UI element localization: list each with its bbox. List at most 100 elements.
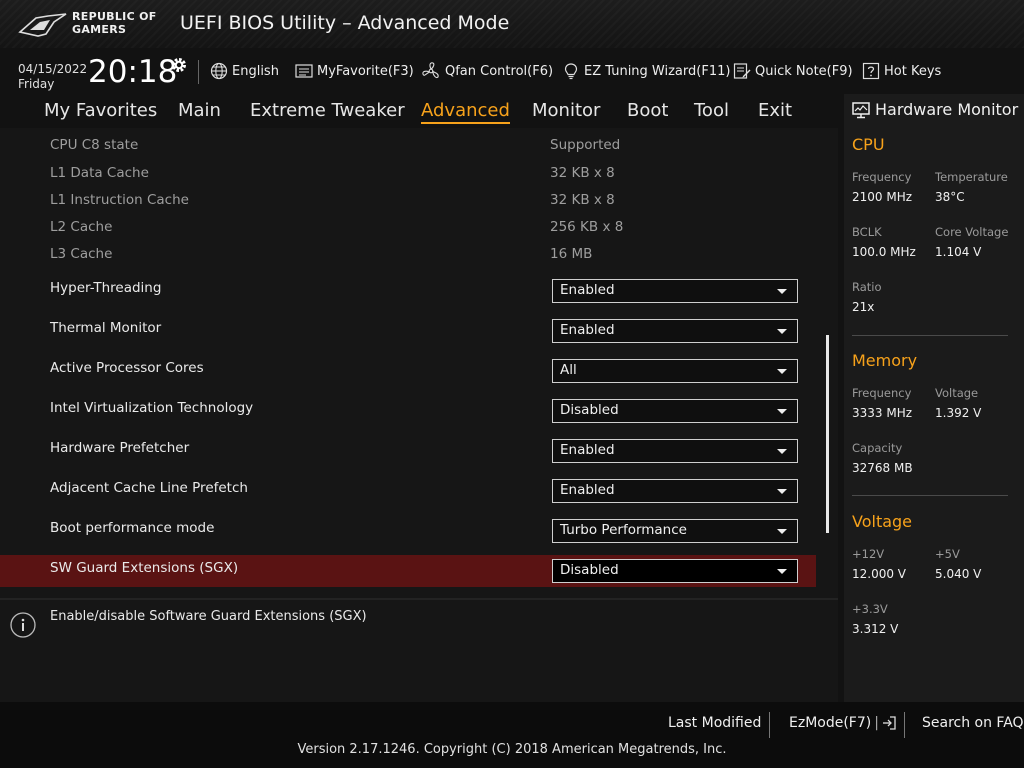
ez-tuning-label: EZ Tuning Wizard(F11) <box>584 63 731 79</box>
dropdown-arrow-icon <box>777 489 787 494</box>
logo-line1: REPUBLIC OF <box>72 10 157 23</box>
v5-value: 5.040 V <box>935 567 982 581</box>
footer-bar: Last Modified EzMode(F7) | Search on FAQ… <box>0 702 1024 768</box>
quick-note-label: Quick Note(F9) <box>755 63 853 79</box>
bclk-label: BCLK <box>852 225 882 239</box>
tab-monitor[interactable]: Monitor <box>532 100 600 121</box>
boot-performance-mode-select[interactable]: Turbo Performance <box>552 519 798 543</box>
rog-eye-icon <box>18 13 67 37</box>
v33-label: +3.3V <box>852 602 888 616</box>
tab-boot[interactable]: Boot <box>627 100 668 121</box>
language-label: English <box>232 63 279 79</box>
fan-icon <box>422 62 439 79</box>
info-label: L3 Cache <box>50 246 113 262</box>
tab-main[interactable]: Main <box>178 100 221 121</box>
qfan-label: Qfan Control(F6) <box>445 63 554 79</box>
date-display: 04/15/2022 Friday <box>18 62 87 91</box>
toolbar-divider <box>198 60 199 84</box>
core-voltage-label: Core Voltage <box>935 225 1009 239</box>
day-text: Friday <box>18 77 55 91</box>
select-value: Enabled <box>560 442 615 458</box>
settings-scrollbar[interactable] <box>826 335 829 533</box>
select-value: Turbo Performance <box>560 522 687 538</box>
language-button[interactable]: English <box>210 60 279 82</box>
setting-label-active-processor-cores: Active Processor Cores <box>50 360 204 376</box>
search-faq-button[interactable]: Search on FAQ <box>922 715 1024 731</box>
myfavorite-button[interactable]: MyFavorite(F3) <box>295 60 414 82</box>
active-processor-cores-select[interactable]: All <box>552 359 798 383</box>
memory-frequency-value: 3333 MHz <box>852 406 913 420</box>
hardware-monitor-title: Hardware Monitor <box>852 100 1018 119</box>
ezmode-label: EzMode(F7) <box>789 715 872 731</box>
dropdown-arrow-icon <box>777 329 787 334</box>
qfan-control-button[interactable]: Qfan Control(F6) <box>421 60 553 82</box>
footer-divider <box>769 712 770 738</box>
tab-advanced[interactable]: Advanced <box>421 100 510 124</box>
select-value: All <box>560 362 577 378</box>
info-value: 16 MB <box>550 246 593 262</box>
dropdown-arrow-icon <box>777 409 787 414</box>
setting-label-boot-performance-mode: Boot performance mode <box>50 520 215 536</box>
help-box-icon <box>862 62 880 80</box>
tab-tool[interactable]: Tool <box>694 100 729 121</box>
setting-label-hyper-threading: Hyper-Threading <box>50 280 162 296</box>
info-label: L1 Data Cache <box>50 165 149 181</box>
ezmode-button[interactable]: EzMode(F7) | <box>789 715 897 731</box>
select-value: Enabled <box>560 482 615 498</box>
monitor-icon <box>852 101 870 118</box>
setting-label-thermal-monitor: Thermal Monitor <box>50 320 162 336</box>
setting-label-adjacent-cache-line: Adjacent Cache Line Prefetch <box>50 480 248 496</box>
section-divider <box>852 495 1008 496</box>
cpu-heading: CPU <box>852 135 885 154</box>
ez-tuning-wizard-button[interactable]: EZ Tuning Wizard(F11) <box>562 60 730 82</box>
dropdown-arrow-icon <box>777 289 787 294</box>
clock-settings-gear-icon[interactable] <box>170 56 188 78</box>
hardware-monitor-label: Hardware Monitor <box>875 100 1019 119</box>
last-modified-button[interactable]: Last Modified <box>668 715 761 731</box>
hyper-threading-select[interactable]: Enabled <box>552 279 798 303</box>
sgx-select[interactable]: Disabled <box>552 559 798 583</box>
select-value: Disabled <box>560 402 619 418</box>
dropdown-arrow-icon <box>777 569 787 574</box>
adjacent-cache-line-select[interactable]: Enabled <box>552 479 798 503</box>
favorite-list-icon <box>295 64 313 78</box>
hot-keys-button[interactable]: Hot Keys <box>862 60 941 82</box>
thermal-monitor-select[interactable]: Enabled <box>552 319 798 343</box>
memory-voltage-label: Voltage <box>935 386 979 400</box>
section-divider <box>852 335 1008 336</box>
intel-virtualization-select[interactable]: Disabled <box>552 399 798 423</box>
globe-icon <box>210 62 228 80</box>
quick-note-button[interactable]: Quick Note(F9) <box>733 60 853 82</box>
logo-line2: GAMERS <box>72 23 127 36</box>
memory-frequency-label: Frequency <box>852 386 912 400</box>
myfavorite-label: MyFavorite(F3) <box>317 63 414 79</box>
select-value: Enabled <box>560 282 615 298</box>
info-value: 256 KB x 8 <box>550 219 624 235</box>
dropdown-arrow-icon <box>777 449 787 454</box>
setting-label-intel-virtualization: Intel Virtualization Technology <box>50 400 254 416</box>
date-text: 04/15/2022 <box>18 62 88 76</box>
capacity-value: 32768 MB <box>852 461 913 475</box>
cpu-frequency-value: 2100 MHz <box>852 190 913 204</box>
tab-extreme-tweaker[interactable]: Extreme Tweaker <box>250 100 405 121</box>
core-voltage-value: 1.104 V <box>935 245 982 259</box>
memory-heading: Memory <box>852 351 918 370</box>
select-value: Enabled <box>560 322 615 338</box>
v12-value: 12.000 V <box>852 567 907 581</box>
main-tab-bar: My Favorites Main Extreme Tweaker Advanc… <box>0 94 840 126</box>
voltage-heading: Voltage <box>852 512 913 531</box>
lightbulb-icon <box>564 63 578 80</box>
settings-panel: CPU C8 state Supported L1 Data Cache 32 … <box>0 128 838 702</box>
info-label: CPU C8 state <box>50 137 139 153</box>
tab-exit[interactable]: Exit <box>758 100 792 121</box>
window-title: UEFI BIOS Utility – Advanced Mode <box>180 12 510 34</box>
exit-arrow-icon <box>882 716 896 730</box>
hardware-prefetcher-select[interactable]: Enabled <box>552 439 798 463</box>
dropdown-arrow-icon <box>777 529 787 534</box>
capacity-label: Capacity <box>852 441 903 455</box>
footer-divider <box>904 712 905 738</box>
info-label: L1 Instruction Cache <box>50 192 189 208</box>
copyright-text: Version 2.17.1246. Copyright (C) 2018 Am… <box>297 742 727 757</box>
help-divider <box>0 598 838 600</box>
tab-my-favorites[interactable]: My Favorites <box>44 100 157 121</box>
